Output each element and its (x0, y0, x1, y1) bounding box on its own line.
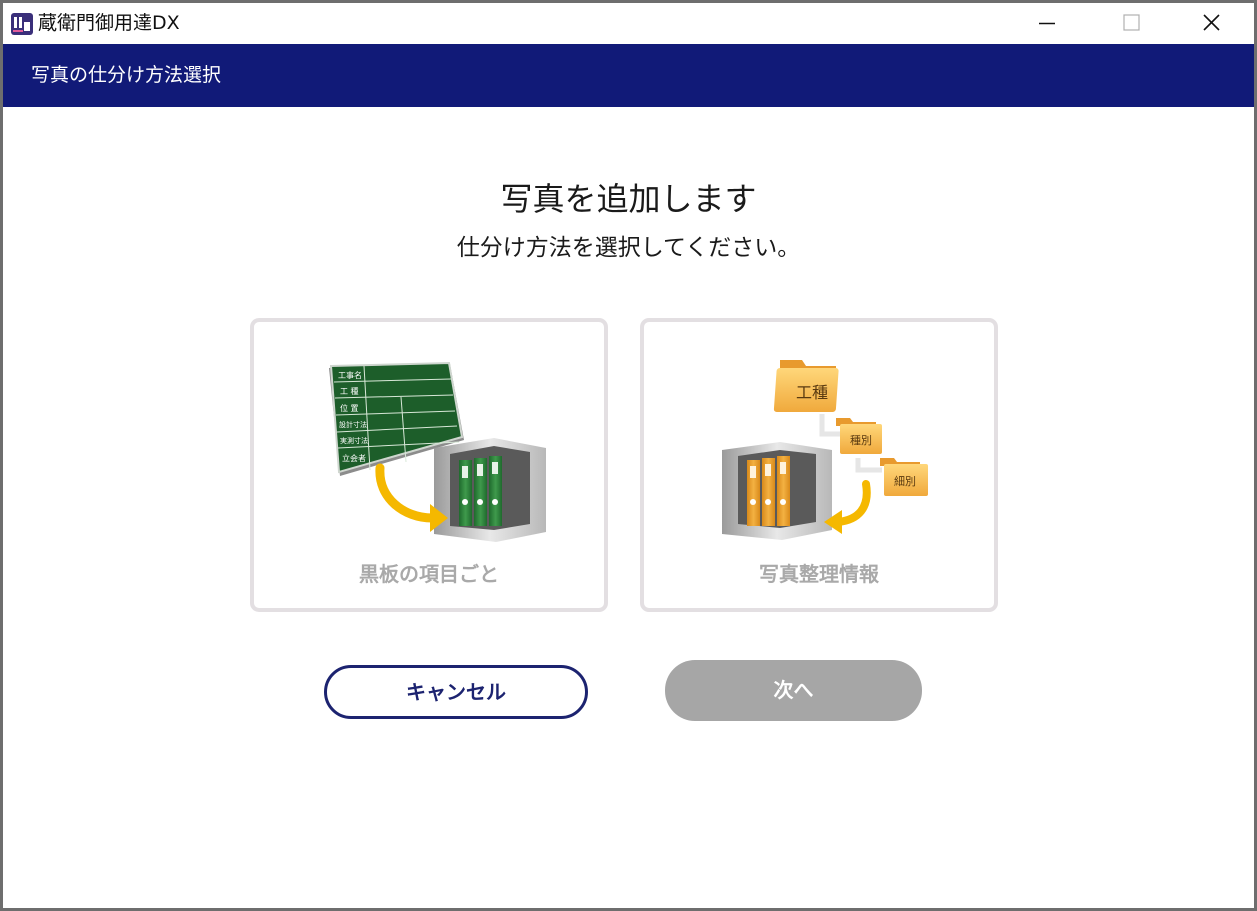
option-label-blackboard-items: 黒板の項目ごと (359, 562, 499, 586)
arrow-icon (375, 463, 437, 523)
close-button[interactable] (1171, 3, 1251, 44)
folder-icon: 工種 (773, 360, 839, 412)
blackboard-row-label: 工 種 (340, 386, 359, 396)
arrow-icon (834, 480, 871, 526)
blackboard-row-label: 位 置 (340, 403, 359, 413)
maximize-icon (1123, 14, 1140, 31)
folder-label: 細別 (894, 475, 916, 488)
folder-label: 種別 (850, 433, 872, 447)
dialog-header-title: 写真の仕分け方法選択 (31, 64, 222, 86)
title-bar: 蔵衛門御用達DX (3, 3, 1254, 44)
folder-icon: 細別 (880, 458, 928, 496)
blackboard-row-label: 工事名 (338, 370, 362, 380)
folder-hierarchy-icon: 工種 種別 細別 (722, 360, 928, 540)
close-icon (1203, 14, 1220, 31)
main-heading: 写真を追加します (500, 180, 757, 218)
folder-label: 工種 (796, 383, 828, 402)
option-card-photo-organization[interactable]: 工種 種別 細別 写真整理情報 (640, 318, 998, 612)
app-logo-icon (11, 13, 33, 35)
option-card-blackboard-items[interactable]: 工事名 工 種 位 置 設計寸法 実測寸法 立会者 黒板の項目ごと (250, 318, 608, 612)
main-subheading: 仕分け方法を選択してください。 (456, 235, 801, 261)
minimize-icon (1039, 22, 1055, 25)
minimize-button[interactable] (1007, 3, 1087, 44)
dialog-header: 写真の仕分け方法選択 (3, 44, 1254, 107)
blackboard-row-label: 設計寸法 (339, 420, 367, 429)
binder-shelf (434, 438, 546, 542)
folder-icon: 種別 (836, 418, 882, 454)
binder-shelf (722, 442, 832, 540)
blackboard-row-label: 立会者 (342, 453, 366, 463)
blackboard-row-label: 実測寸法 (340, 436, 368, 445)
next-button[interactable]: 次へ (665, 660, 922, 721)
option-label-photo-organization: 写真整理情報 (759, 562, 879, 586)
maximize-button[interactable] (1091, 3, 1171, 44)
cancel-button[interactable]: キャンセル (324, 665, 588, 719)
app-window: 蔵衛門御用達DX 写真の仕分け方法選択 写真を追加します 仕分け方法を選択してく… (3, 3, 1254, 908)
blackboard-binder-icon: 工事名 工 種 位 置 設計寸法 実測寸法 立会者 (329, 361, 546, 542)
window-title: 蔵衛門御用達DX (38, 12, 180, 34)
